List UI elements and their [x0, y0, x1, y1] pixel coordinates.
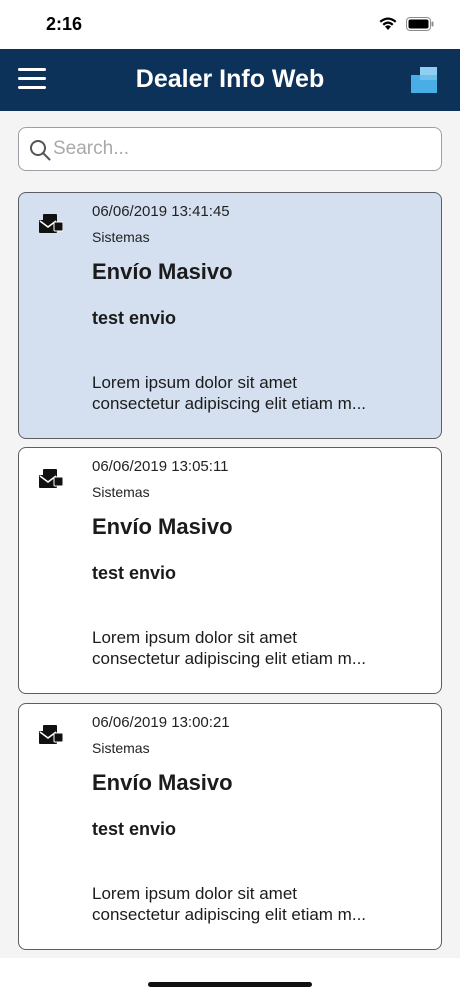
message-preview-line: Lorem ipsum dolor sit amet — [92, 628, 298, 647]
message-department: Sistemas — [92, 484, 150, 500]
message-title: Envío Masivo — [92, 259, 233, 284]
bottom-bar — [0, 958, 460, 996]
status-bar: 2:16 — [0, 0, 460, 49]
battery-icon — [406, 16, 434, 31]
message-preview: Lorem ipsum dolor sit amet consectetur a… — [92, 883, 422, 925]
message-preview-line: Lorem ipsum dolor sit amet — [92, 373, 298, 392]
message-preview: Lorem ipsum dolor sit amet consectetur a… — [92, 372, 422, 414]
message-envelope-icon — [39, 469, 63, 488]
message-date: 06/06/2019 13:41:45 — [92, 203, 230, 220]
page-title: Dealer Info Web — [135, 65, 325, 93]
message-date: 06/06/2019 13:05:11 — [92, 458, 229, 475]
search-icon — [30, 140, 51, 161]
message-preview-line: consectetur adipiscing elit etiam m... — [92, 905, 367, 924]
message-preview-line: consectetur adipiscing elit etiam m... — [92, 394, 367, 413]
message-envelope-icon — [39, 214, 63, 233]
message-title: Envío Masivo — [92, 514, 233, 539]
app-bar: Dealer Info Web — [0, 49, 460, 111]
message-card[interactable]: 06/06/2019 13:05:11 Sistemas Envío Masiv… — [18, 447, 442, 694]
status-icons — [378, 16, 434, 31]
status-time: 2:16 — [46, 14, 83, 34]
message-department: Sistemas — [92, 740, 150, 756]
search-input[interactable] — [53, 128, 433, 170]
search-box — [18, 127, 442, 171]
message-subject: test envio — [92, 308, 177, 328]
message-card[interactable]: 06/06/2019 13:00:21 Sistemas Envío Masiv… — [18, 703, 442, 950]
home-indicator[interactable] — [148, 982, 312, 987]
message-subject: test envio — [92, 563, 177, 583]
message-envelope-icon — [39, 725, 63, 744]
message-card[interactable]: 06/06/2019 13:41:45 Sistemas Envío Masiv… — [18, 192, 442, 439]
message-department: Sistemas — [92, 229, 150, 245]
message-subject: test envio — [92, 819, 177, 839]
app-logo-icon[interactable] — [411, 67, 437, 93]
message-preview: Lorem ipsum dolor sit amet consectetur a… — [92, 627, 422, 669]
message-preview-line: consectetur adipiscing elit etiam m... — [92, 649, 367, 668]
message-title: Envío Masivo — [92, 770, 233, 795]
wifi-icon — [379, 17, 397, 30]
message-date: 06/06/2019 13:00:21 — [92, 714, 230, 731]
message-preview-line: Lorem ipsum dolor sit amet — [92, 884, 298, 903]
